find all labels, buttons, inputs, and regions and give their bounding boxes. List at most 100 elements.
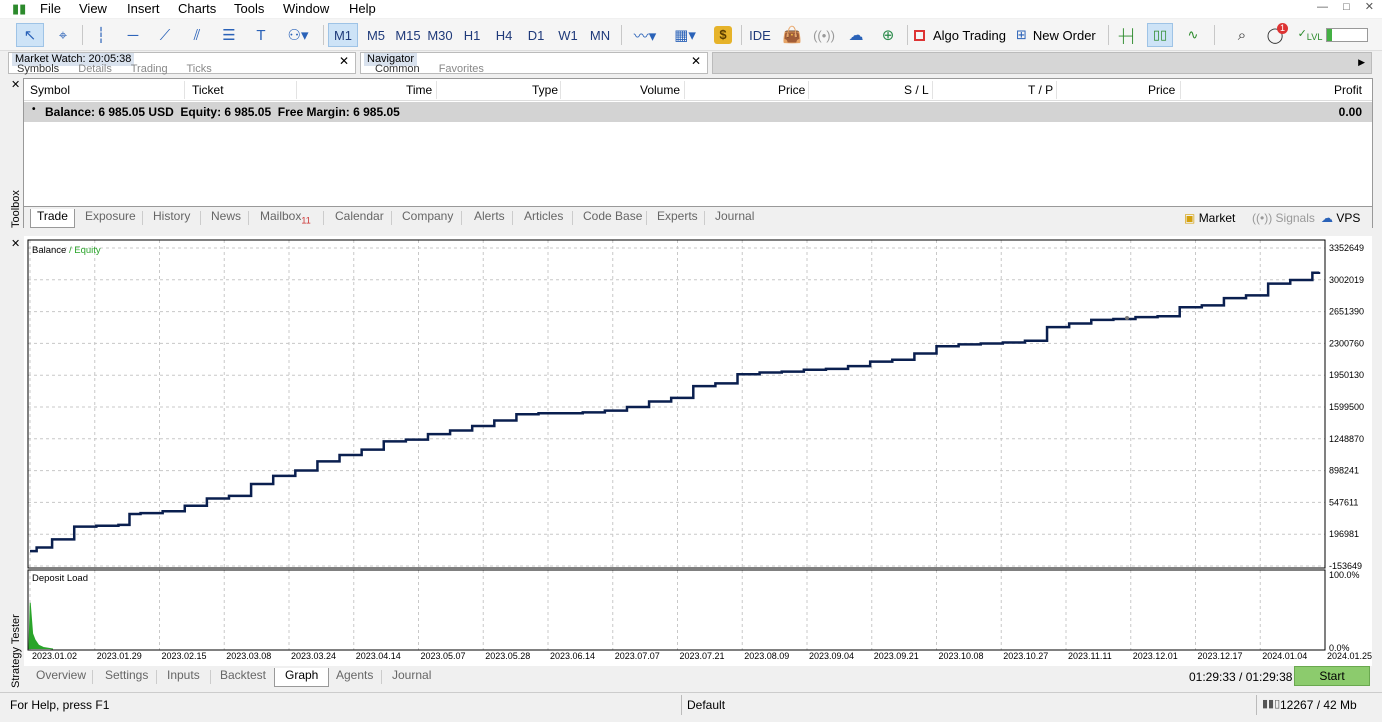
chart-background: [24, 236, 1372, 666]
market-link[interactable]: ▣ Market: [1184, 211, 1235, 225]
tab-company[interactable]: Company: [396, 209, 459, 223]
channel-button[interactable]: ⫽: [184, 23, 210, 47]
ide-button[interactable]: IDE: [746, 23, 774, 47]
candlestick-button[interactable]: ▯▯: [1147, 23, 1173, 47]
minimize-button[interactable]: —: [1317, 1, 1328, 13]
tab-alerts[interactable]: Alerts: [468, 209, 511, 223]
tab-symbols[interactable]: Symbols: [17, 63, 59, 75]
timeframe-m30[interactable]: M30: [425, 23, 455, 47]
tab-articles[interactable]: Articles: [518, 209, 569, 223]
col-type[interactable]: Type: [532, 83, 558, 97]
tab-experts[interactable]: Experts: [651, 209, 704, 223]
trendline-button[interactable]: ⟋: [152, 23, 178, 47]
new-order-button[interactable]: ⊞ New Order: [1016, 23, 1104, 47]
start-button[interactable]: Start: [1294, 666, 1370, 686]
indicators-button[interactable]: 〰▾: [627, 23, 663, 47]
menu-insert[interactable]: Insert: [127, 1, 160, 16]
notifications-button[interactable]: ◯ 1: [1262, 23, 1288, 47]
menu-window[interactable]: Window: [283, 1, 329, 16]
timeframe-d1[interactable]: D1: [523, 23, 549, 47]
menu-tools[interactable]: Tools: [234, 1, 264, 16]
y-tick-label: 1248870: [1329, 434, 1364, 444]
tab-mailbox-label: Mailbox: [260, 209, 302, 223]
tab-trade[interactable]: Trade: [30, 209, 75, 228]
maximize-button[interactable]: □: [1343, 1, 1350, 13]
templates-button[interactable]: ▦▾: [667, 23, 703, 47]
tab-details[interactable]: Details: [78, 63, 112, 75]
market-bag-button[interactable]: 👜: [780, 23, 804, 47]
text-tool-button[interactable]: T: [248, 23, 274, 47]
tab-journal[interactable]: Journal: [709, 209, 760, 223]
tester-side-label[interactable]: Strategy Tester: [10, 614, 22, 688]
timeframe-h1[interactable]: H1: [459, 23, 485, 47]
tab-settings[interactable]: Settings: [99, 668, 154, 682]
search-button[interactable]: ⌕: [1230, 23, 1254, 47]
close-window-button[interactable]: ✕: [1365, 1, 1374, 13]
cursor-tool-button[interactable]: ↖: [16, 23, 44, 47]
market-watch-close-button[interactable]: ✕: [339, 54, 349, 68]
x-tick-label: 2023.03.08: [226, 651, 271, 661]
col-take-profit[interactable]: T / P: [1028, 83, 1053, 97]
col-symbol[interactable]: Symbol: [30, 83, 70, 97]
vps-button[interactable]: ☁: [844, 23, 868, 47]
signals-button[interactable]: ((•)): [812, 23, 836, 47]
tester-close-button[interactable]: ✕: [11, 237, 20, 250]
menu-help[interactable]: Help: [349, 1, 376, 16]
balance-row[interactable]: • Balance: 6 985.05 USD Equity: 6 985.05…: [24, 102, 1372, 122]
col-ticket[interactable]: Ticket: [192, 83, 224, 97]
community-button[interactable]: ⊕: [876, 23, 900, 47]
tab-exposure[interactable]: Exposure: [79, 209, 142, 223]
tab-tester-journal[interactable]: Journal: [386, 668, 437, 682]
market-button[interactable]: $: [712, 23, 734, 47]
col-profit[interactable]: Profit: [1334, 83, 1362, 97]
toolbox-side-label[interactable]: Toolbox: [10, 190, 22, 228]
tab-ticks[interactable]: Ticks: [186, 63, 211, 75]
menu-file[interactable]: File: [40, 1, 61, 16]
signals-link[interactable]: ((•)) Signals: [1252, 211, 1315, 225]
timeframe-w1[interactable]: W1: [554, 23, 582, 47]
vertical-line-button[interactable]: ┆: [88, 23, 114, 47]
crosshair-tool-button[interactable]: ⌖: [50, 23, 76, 47]
deposit-load-title: Deposit Load: [32, 573, 88, 584]
tab-common[interactable]: Common: [375, 63, 420, 75]
algo-trading-button[interactable]: Algo Trading: [914, 23, 1008, 47]
bar-chart-button[interactable]: ┼┤: [1116, 23, 1140, 47]
status-profile[interactable]: Default: [687, 698, 725, 712]
balance-chart[interactable]: Balance / Equity Deposit Load 3352649 300…: [24, 236, 1372, 666]
tab-news[interactable]: News: [205, 209, 247, 223]
tab-trading[interactable]: Trading: [131, 63, 168, 75]
col-time[interactable]: Time: [406, 83, 432, 97]
navigator-panel: Navigator ✕ Common Favorites: [360, 52, 708, 75]
col-volume[interactable]: Volume: [640, 83, 680, 97]
col-stop-loss[interactable]: S / L: [904, 83, 929, 97]
timeframe-h4[interactable]: H4: [491, 23, 517, 47]
col-price[interactable]: Price: [778, 83, 805, 97]
line-chart-button[interactable]: ∿: [1180, 23, 1206, 47]
level-button[interactable]: ✓LVL: [1298, 23, 1323, 47]
toolbox-close-button[interactable]: ✕: [11, 78, 20, 91]
tab-backtest[interactable]: Backtest: [214, 668, 272, 682]
tab-graph[interactable]: Graph: [274, 668, 330, 687]
tab-history[interactable]: History: [147, 209, 196, 223]
menu-view[interactable]: View: [79, 1, 107, 16]
menu-charts[interactable]: Charts: [178, 1, 216, 16]
timeframe-m15[interactable]: M15: [393, 23, 423, 47]
tab-overview[interactable]: Overview: [30, 668, 92, 682]
tab-mailbox[interactable]: Mailbox11: [254, 209, 317, 225]
timeframe-mn[interactable]: MN: [585, 23, 615, 47]
y-tick-label: 1950130: [1329, 370, 1364, 380]
timeframe-m5[interactable]: M5: [362, 23, 390, 47]
scroll-right-icon[interactable]: ▶: [1358, 57, 1365, 68]
col-current-price[interactable]: Price: [1148, 83, 1175, 97]
horizontal-line-button[interactable]: ─: [120, 23, 146, 47]
tab-calendar[interactable]: Calendar: [329, 209, 390, 223]
navigator-close-button[interactable]: ✕: [691, 54, 701, 68]
tab-code-base[interactable]: Code Base: [577, 209, 648, 223]
vps-link[interactable]: ☁ VPS: [1321, 211, 1360, 225]
timeframe-m1[interactable]: M1: [328, 23, 358, 47]
tab-favorites[interactable]: Favorites: [439, 63, 484, 75]
tab-agents[interactable]: Agents: [330, 668, 379, 682]
shapes-button[interactable]: ⚇▾: [280, 23, 316, 47]
fibonacci-button[interactable]: ☰: [216, 23, 242, 47]
tab-inputs[interactable]: Inputs: [161, 668, 206, 682]
